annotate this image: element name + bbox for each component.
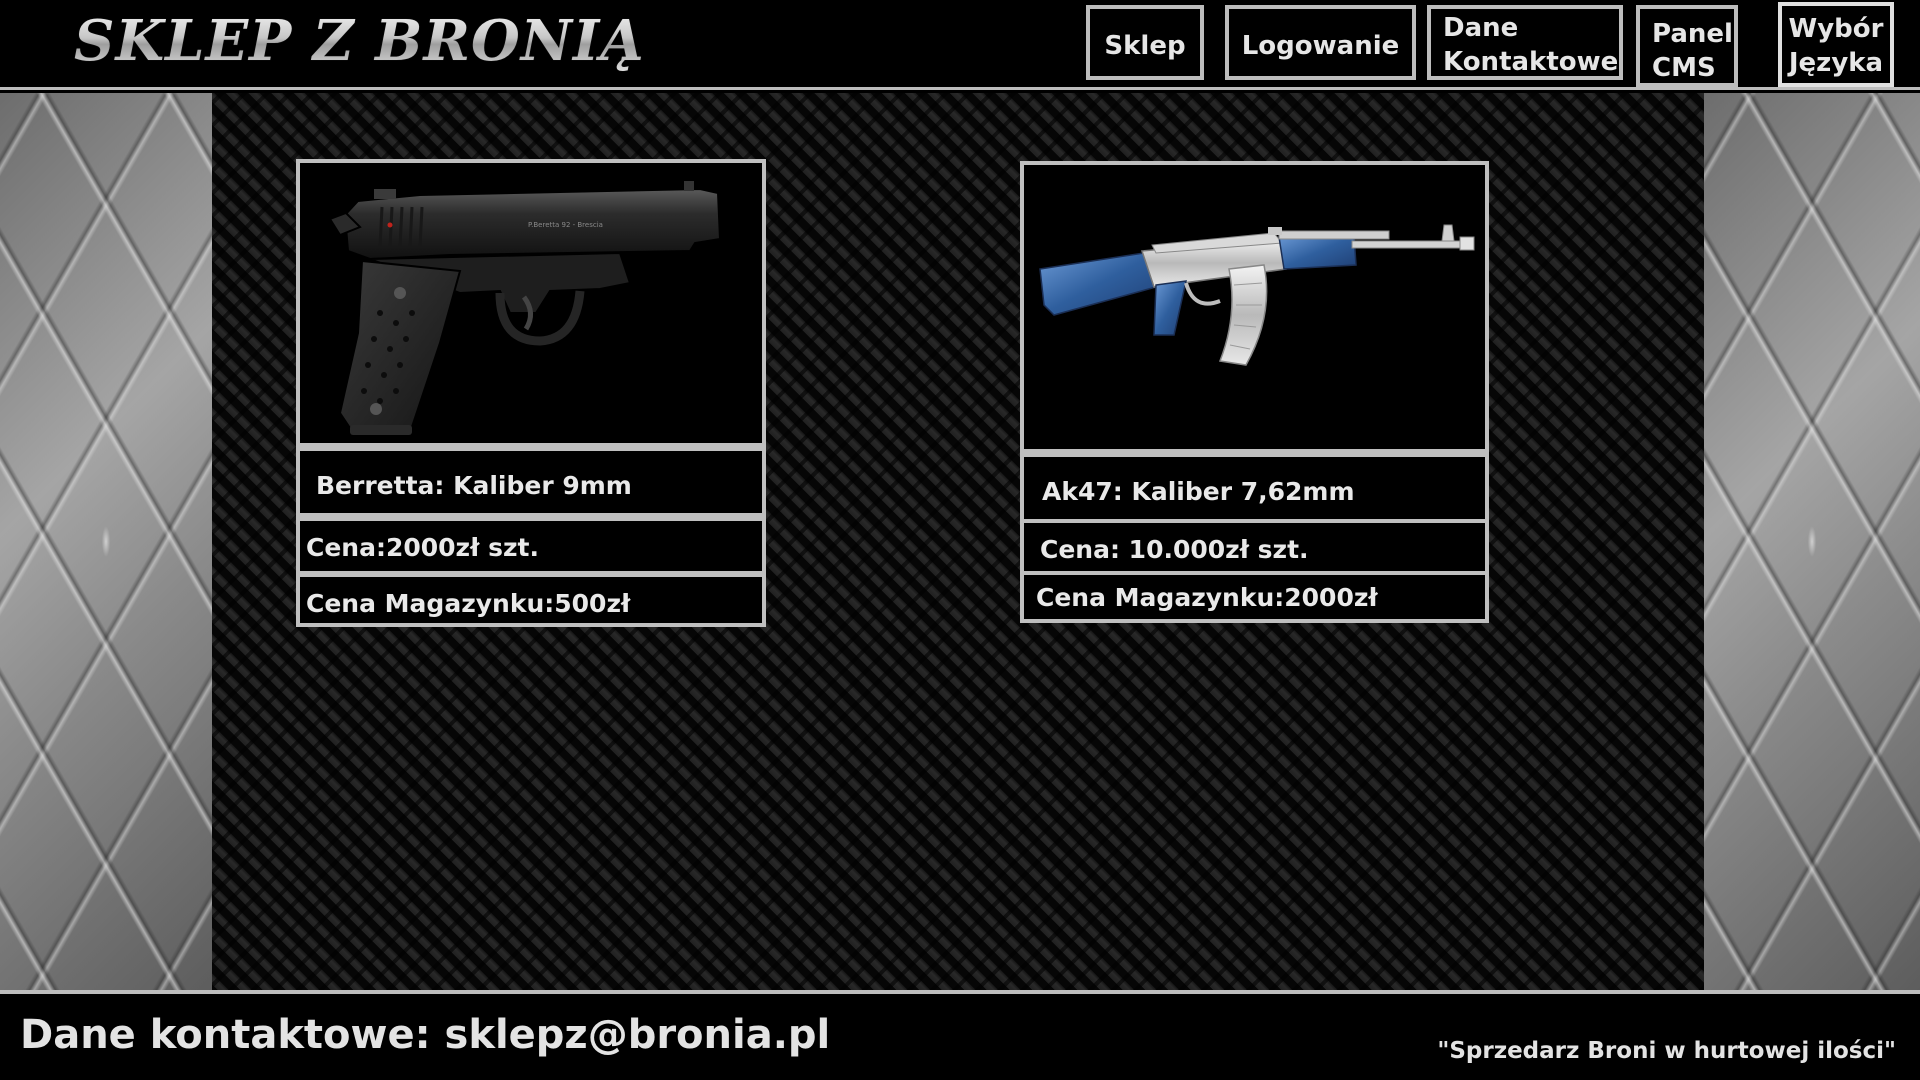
diamond-plate-left xyxy=(0,93,212,990)
product-name-ak47: Ak47: Kaliber 7,62mm xyxy=(1020,453,1489,523)
product-price-beretta: Cena:2000zł szt. xyxy=(296,517,766,575)
nav-wybor-jezyka-button[interactable]: Wybór Języka xyxy=(1778,2,1894,87)
pistol-icon: P.Beretta 92 - Brescia xyxy=(328,181,722,435)
nav-wybor-jezyka-label-line2: Języka xyxy=(1788,48,1884,78)
rifle-icon xyxy=(1039,224,1475,366)
product-magazine-price-beretta-text: Cena Magazynku:500zł xyxy=(306,589,631,618)
nav-panel-cms-label-line2: CMS xyxy=(1652,53,1716,83)
main-content: P.Beretta 92 - Brescia Berretta: Kaliber… xyxy=(212,93,1704,990)
nav-dane-kontaktowe-label-line1: Dane xyxy=(1443,13,1519,43)
product-image-beretta[interactable]: P.Beretta 92 - Brescia xyxy=(296,159,766,447)
product-magazine-price-ak47-text: Cena Magazynku:2000zł xyxy=(1036,583,1378,612)
product-name-ak47-text: Ak47: Kaliber 7,62mm xyxy=(1042,477,1355,506)
footer-slogan: "Sprzedarz Broni w hurtowej ilości" xyxy=(1437,1038,1896,1064)
nav-panel-cms-label-line1: Panel xyxy=(1652,19,1733,49)
svg-text:P.Beretta 92 - Brescia: P.Beretta 92 - Brescia xyxy=(528,221,603,229)
nav-dane-kontaktowe-label-line2: Kontaktowe xyxy=(1443,47,1619,77)
nav-wybor-jezyka-label-line1: Wybór xyxy=(1788,14,1884,44)
nav-sklep-label: Sklep xyxy=(1104,31,1186,61)
page: SKLEP Z BRONIĄ Sklep Logowanie Dane Kont… xyxy=(0,0,1920,1080)
product-magazine-price-beretta: Cena Magazynku:500zł xyxy=(296,573,766,627)
nav-logowanie-label: Logowanie xyxy=(1241,31,1400,61)
header: SKLEP Z BRONIĄ Sklep Logowanie Dane Kont… xyxy=(0,0,1920,90)
footer-contact[interactable]: Dane kontaktowe: sklepz@bronia.pl xyxy=(20,1012,830,1058)
product-price-ak47-text: Cena: 10.000zł szt. xyxy=(1040,535,1309,564)
product-price-beretta-text: Cena:2000zł szt. xyxy=(306,533,539,562)
product-price-ak47: Cena: 10.000zł szt. xyxy=(1020,519,1489,575)
product-image-ak47[interactable] xyxy=(1020,161,1489,453)
nav-sklep-button[interactable]: Sklep xyxy=(1086,5,1204,80)
site-logo[interactable]: SKLEP Z BRONIĄ xyxy=(74,8,645,74)
nav-dane-kontaktowe-button[interactable]: Dane Kontaktowe xyxy=(1427,5,1623,80)
product-card-ak47[interactable]: Ak47: Kaliber 7,62mm Cena: 10.000zł szt.… xyxy=(1020,161,1489,623)
product-name-beretta: Berretta: Kaliber 9mm xyxy=(296,447,766,517)
nav-logowanie-button[interactable]: Logowanie xyxy=(1225,5,1416,80)
diamond-plate-right xyxy=(1704,93,1920,990)
product-magazine-price-ak47: Cena Magazynku:2000zł xyxy=(1020,571,1489,623)
product-name-beretta-text: Berretta: Kaliber 9mm xyxy=(316,471,632,500)
nav-panel-cms-button[interactable]: Panel CMS xyxy=(1636,5,1738,87)
product-card-beretta[interactable]: P.Beretta 92 - Brescia Berretta: Kaliber… xyxy=(296,159,766,627)
footer: Dane kontaktowe: sklepz@bronia.pl "Sprze… xyxy=(0,990,1920,1080)
